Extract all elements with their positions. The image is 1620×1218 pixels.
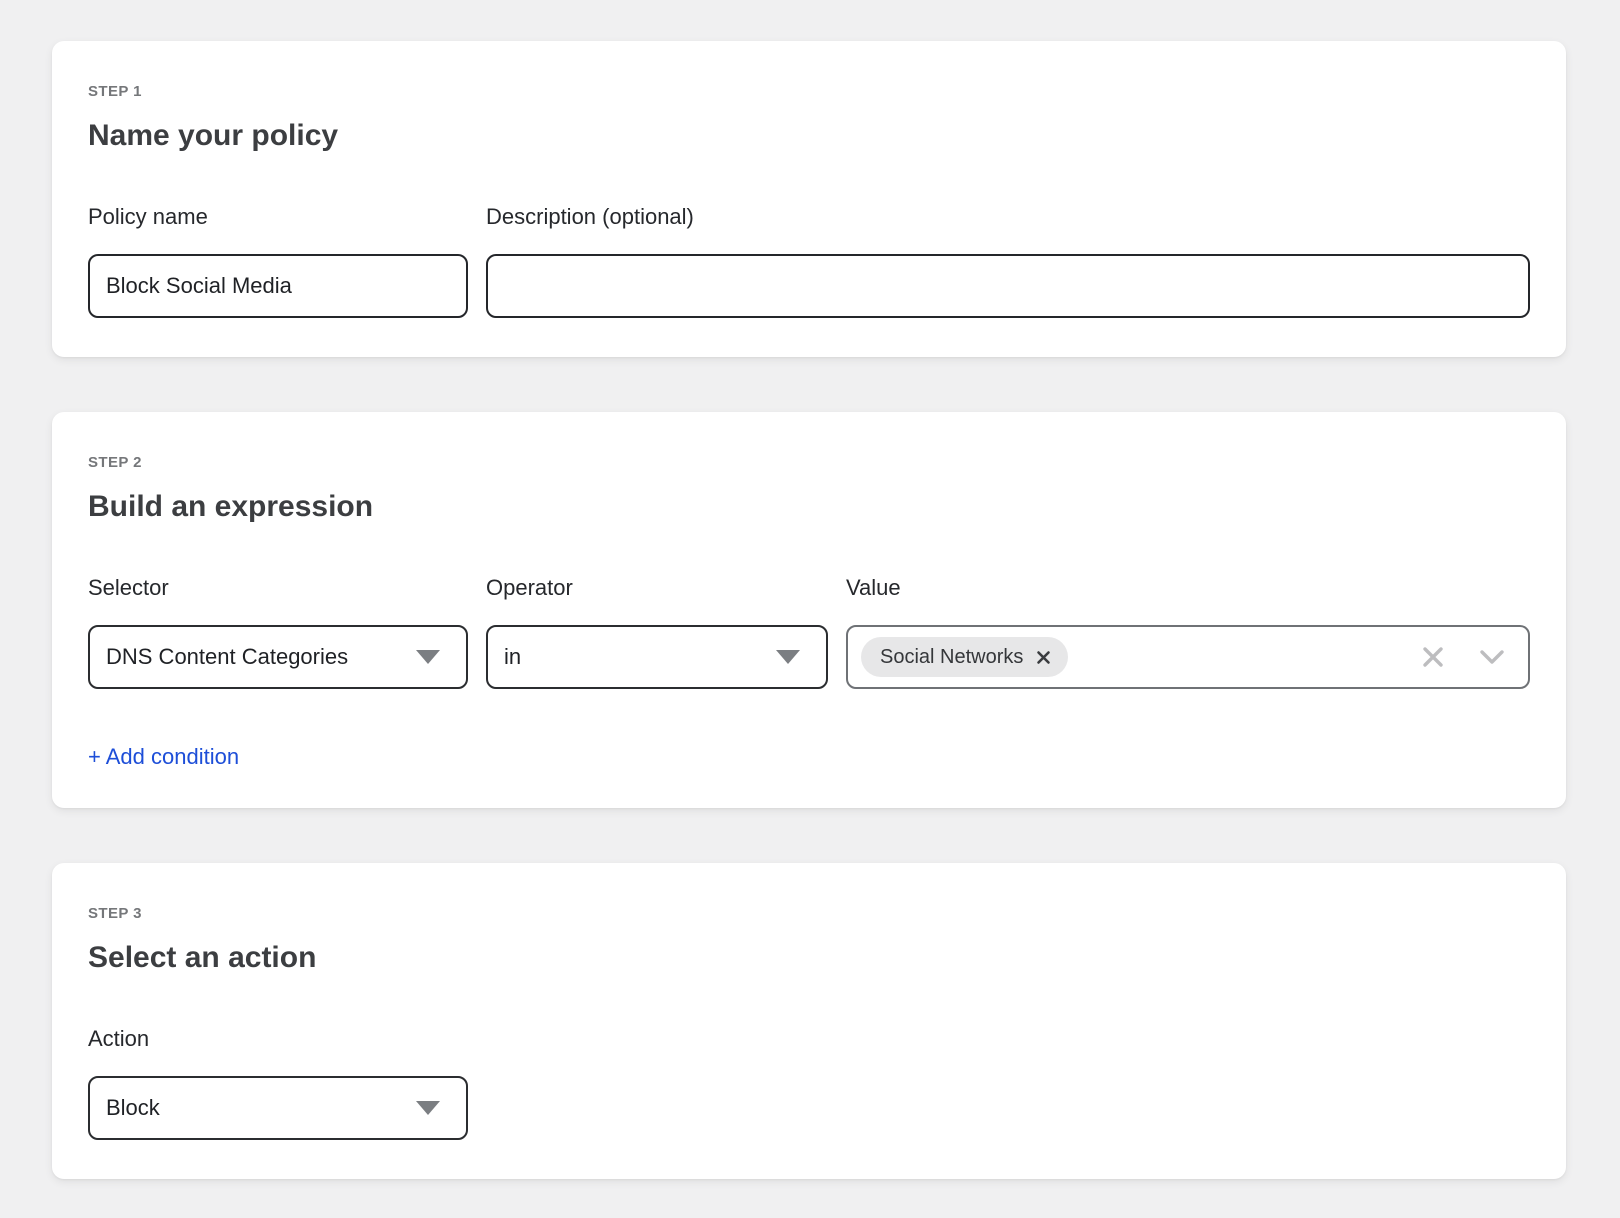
dropdown-caret-icon bbox=[416, 650, 440, 664]
selected-value-tag: Social Networks bbox=[861, 637, 1068, 677]
selector-label: Selector bbox=[88, 576, 468, 600]
operator-dropdown[interactable]: in bbox=[486, 625, 828, 689]
selector-dropdown-value: DNS Content Categories bbox=[106, 644, 348, 670]
add-condition-link[interactable]: + Add condition bbox=[88, 746, 239, 768]
clear-selection-icon[interactable] bbox=[1420, 644, 1446, 670]
description-input[interactable] bbox=[486, 254, 1530, 318]
dropdown-caret-icon bbox=[776, 650, 800, 664]
step-2-label: STEP 2 bbox=[88, 455, 1530, 470]
operator-dropdown-value: in bbox=[504, 644, 521, 670]
remove-tag-icon[interactable] bbox=[1036, 650, 1051, 665]
policy-name-input[interactable] bbox=[88, 254, 468, 318]
step-3-title: Select an action bbox=[88, 941, 1530, 975]
action-dropdown-value: Block bbox=[106, 1095, 160, 1121]
selector-dropdown[interactable]: DNS Content Categories bbox=[88, 625, 468, 689]
action-label: Action bbox=[88, 1027, 468, 1051]
action-field: Action Block bbox=[88, 1027, 468, 1140]
value-field: Value Social Networks bbox=[846, 576, 1530, 689]
step-1-label: STEP 1 bbox=[88, 84, 1530, 99]
policy-builder-page: STEP 1 Name your policy Policy name Desc… bbox=[0, 0, 1620, 1218]
policy-name-field: Policy name bbox=[88, 205, 468, 318]
description-label: Description (optional) bbox=[486, 205, 1530, 229]
dropdown-caret-icon bbox=[416, 1101, 440, 1115]
chevron-down-icon[interactable] bbox=[1478, 648, 1506, 666]
step-1-title: Name your policy bbox=[88, 119, 1530, 153]
step-3-card: STEP 3 Select an action Action Block bbox=[52, 863, 1566, 1179]
operator-label: Operator bbox=[486, 576, 828, 600]
multiselect-controls bbox=[1420, 644, 1506, 670]
operator-field: Operator in bbox=[486, 576, 828, 689]
description-field: Description (optional) bbox=[486, 205, 1530, 318]
step-1-fields-row: Policy name Description (optional) bbox=[88, 205, 1530, 318]
step-3-fields-row: Action Block bbox=[88, 1027, 1530, 1140]
step-3-label: STEP 3 bbox=[88, 906, 1530, 921]
step-1-card: STEP 1 Name your policy Policy name Desc… bbox=[52, 41, 1566, 357]
selected-value-tag-text: Social Networks bbox=[880, 646, 1023, 669]
selector-field: Selector DNS Content Categories bbox=[88, 576, 468, 689]
policy-name-label: Policy name bbox=[88, 205, 468, 229]
value-label: Value bbox=[846, 576, 1530, 600]
action-dropdown[interactable]: Block bbox=[88, 1076, 468, 1140]
step-2-fields-row: Selector DNS Content Categories Operator… bbox=[88, 576, 1530, 689]
step-2-title: Build an expression bbox=[88, 490, 1530, 524]
step-2-card: STEP 2 Build an expression Selector DNS … bbox=[52, 412, 1566, 808]
value-multiselect[interactable]: Social Networks bbox=[846, 625, 1530, 689]
